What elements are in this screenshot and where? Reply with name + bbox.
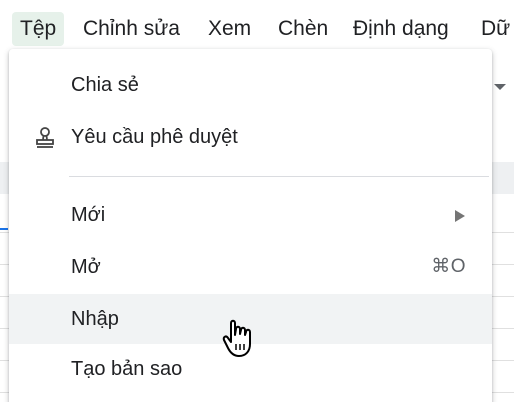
menu-item-new[interactable]: Mới (9, 190, 492, 240)
menu-item-label: Yêu cầu phê duyệt (71, 126, 238, 148)
menu-item-open[interactable]: Mở ⌘O (9, 242, 492, 292)
menu-view[interactable]: Xem (200, 12, 259, 46)
menu-item-label: Nhập (71, 308, 119, 330)
menu-item-label: Tạo bản sao (71, 358, 183, 380)
menu-separator (69, 176, 489, 177)
menu-insert[interactable]: Chèn (270, 12, 336, 46)
menu-format[interactable]: Định dạng (345, 12, 457, 46)
menu-item-label: Mới (71, 204, 106, 226)
menu-item-share[interactable]: Chia sẻ (9, 60, 492, 110)
submenu-arrow-icon (455, 210, 465, 222)
stamp-icon (34, 126, 56, 150)
menu-item-request-approval[interactable]: Yêu cầu phê duyệt (9, 112, 492, 162)
shortcut-hint: ⌘O (431, 256, 466, 277)
screen: Tệp Chỉnh sửa Xem Chèn Định dạng Dữ Chia… (0, 0, 514, 402)
menu-item-label: Chia sẻ (71, 74, 139, 96)
menu-bar: Tệp Chỉnh sửa Xem Chèn Định dạng Dữ (0, 0, 514, 54)
menu-data[interactable]: Dữ (473, 12, 514, 46)
dropdown-caret-icon[interactable] (494, 84, 506, 90)
menu-file[interactable]: Tệp (12, 12, 65, 46)
hand-pointer-icon (222, 317, 262, 361)
menu-edit[interactable]: Chỉnh sửa (75, 12, 188, 46)
menu-item-label: Mở (71, 256, 101, 278)
sheet-selection-edge (0, 228, 8, 230)
